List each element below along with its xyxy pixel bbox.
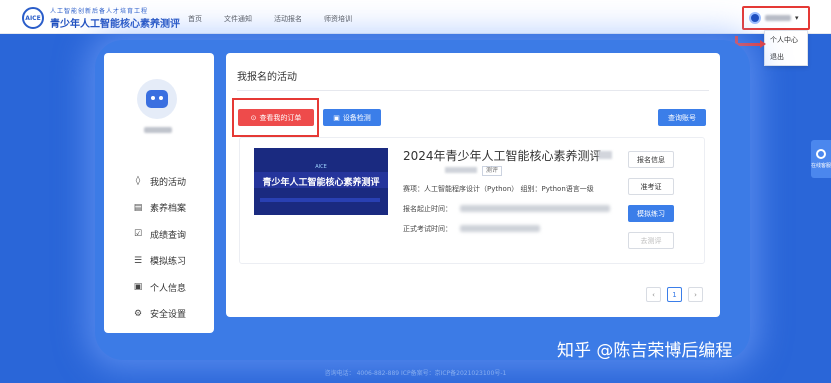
sidebar-item-mock-practice[interactable]: ☰ 模拟练习 xyxy=(132,248,186,275)
device-check-button[interactable]: ▣ 设备检测 xyxy=(323,109,381,126)
pagination-next-button[interactable]: › xyxy=(688,287,703,302)
sidebar-item-label: 素养档案 xyxy=(150,204,187,215)
go-assessment-button[interactable]: 去测评 xyxy=(628,232,674,249)
watermark: 知乎 @陈吉荣博后编程 xyxy=(557,341,733,361)
user-avatar-icon xyxy=(749,12,761,24)
banner-decoration xyxy=(260,198,380,202)
id-card-icon: ▣ xyxy=(133,282,143,293)
sidebar-username-redacted xyxy=(144,127,172,133)
registration-period-label: 报名起止时间： xyxy=(403,205,452,213)
menu-item-logout[interactable]: 退出 xyxy=(765,48,807,65)
sidebar: ◊ 我的活动 ▤ 素养档案 ☑ 成绩查询 ☰ 模拟练习 ▣ 个人信息 ⚙ 安全设… xyxy=(104,53,214,333)
nav-notices[interactable]: 文件通知 xyxy=(224,14,252,24)
brand-title[interactable]: 青少年人工智能核心素养测评 xyxy=(50,15,180,30)
menu-item-personal-center[interactable]: 个人中心 xyxy=(765,31,807,48)
sidebar-item-personal-info[interactable]: ▣ 个人信息 xyxy=(132,274,186,301)
activity-title: 2024年青少年人工智能核心素养测评 xyxy=(403,149,602,163)
query-account-button[interactable]: 查询账号 xyxy=(658,109,706,126)
annotation-arrow-head xyxy=(760,40,766,48)
pagination-prev-button[interactable]: ‹ xyxy=(646,287,661,302)
footer: 咨询电话： 4006-882-889 ICP备案号：京ICP备202102310… xyxy=(324,370,507,377)
divider xyxy=(237,90,709,91)
activity-banner-image[interactable]: AICE 青少年人工智能核心素养测评 xyxy=(254,148,388,215)
sidebar-menu: ◊ 我的活动 ▤ 素养档案 ☑ 成绩查询 ☰ 模拟练习 ▣ 个人信息 ⚙ 安全设… xyxy=(132,168,186,327)
top-header: AICE 人工智能创新后备人才培育工程 青少年人工智能核心素养测评 首页 文件通… xyxy=(0,0,831,34)
nav-teacher-training[interactable]: 师资培训 xyxy=(324,14,352,24)
nav-home[interactable]: 首页 xyxy=(188,14,202,24)
avatar xyxy=(137,79,177,119)
online-support-button[interactable]: 在线客服 xyxy=(811,140,831,178)
banner-brand: AICE xyxy=(315,164,327,170)
brand-logo[interactable]: AICE xyxy=(22,7,44,29)
exam-time-redacted xyxy=(460,225,540,232)
activity-title-redacted xyxy=(598,151,612,159)
sidebar-item-label: 安全设置 xyxy=(150,310,187,321)
sidebar-item-my-activities[interactable]: ◊ 我的活动 xyxy=(132,168,186,195)
robot-icon xyxy=(146,90,168,108)
sidebar-item-label: 成绩查询 xyxy=(150,230,187,241)
mock-practice-button[interactable]: 模拟练习 xyxy=(628,205,674,222)
main-nav: 首页 文件通知 活动报名 师资培训 xyxy=(188,14,352,24)
activity-card: AICE 青少年人工智能核心素养测评 2024年青少年人工智能核心素养测评 测评… xyxy=(239,137,705,264)
checkbox-icon: ☑ xyxy=(133,229,143,240)
view-my-orders-button[interactable]: ⊙ 查看我的订单 xyxy=(238,109,314,126)
camera-icon: ▣ xyxy=(333,113,340,122)
device-check-label: 设备检测 xyxy=(342,113,371,122)
admission-ticket-button[interactable]: 准考证 xyxy=(628,178,674,195)
user-account-dropdown[interactable]: ▾ xyxy=(742,6,810,30)
activity-project-info: 赛项：人工智能程序设计（Python） 组别：Python语言一级 xyxy=(403,185,594,193)
sidebar-item-label: 我的活动 xyxy=(150,177,187,188)
sidebar-item-label: 模拟练习 xyxy=(150,257,187,268)
main-panel: 我报名的活动 ⊙ 查看我的订单 ▣ 设备检测 查询账号 AICE 青少年人工智能… xyxy=(226,53,720,317)
archive-icon: ▤ xyxy=(133,202,143,213)
registration-period-redacted xyxy=(460,205,610,212)
pin-icon: ◊ xyxy=(135,176,141,187)
user-name-redacted xyxy=(765,15,791,21)
sidebar-item-security-settings[interactable]: ⚙ 安全设置 xyxy=(132,301,186,328)
nav-registration[interactable]: 活动报名 xyxy=(274,14,302,24)
sidebar-item-label: 个人信息 xyxy=(150,283,187,294)
brand-subtitle: 人工智能创新后备人才培育工程 xyxy=(50,8,149,15)
banner-title: 青少年人工智能核心素养测评 xyxy=(262,178,380,188)
exam-time-label: 正式考试时间： xyxy=(403,225,452,233)
sidebar-item-score-query[interactable]: ☑ 成绩查询 xyxy=(132,221,186,248)
list-icon: ☰ xyxy=(133,255,143,266)
activity-type-badge: 测评 xyxy=(482,166,503,176)
activity-meta-redacted xyxy=(445,167,477,173)
gear-icon: ⚙ xyxy=(133,308,143,319)
page-title: 我报名的活动 xyxy=(237,72,297,83)
sidebar-item-literacy-archive[interactable]: ▤ 素养档案 xyxy=(132,195,186,222)
clock-icon: ⊙ xyxy=(250,113,257,122)
user-menu: 个人中心 退出 xyxy=(764,30,808,66)
online-support-label: 在线客服 xyxy=(811,163,831,169)
chevron-down-icon: ▾ xyxy=(795,14,799,22)
chat-icon xyxy=(816,149,826,159)
registration-info-button[interactable]: 报名信息 xyxy=(628,151,674,168)
pagination-page-1[interactable]: 1 xyxy=(667,287,682,302)
view-my-orders-label: 查看我的订单 xyxy=(259,113,302,122)
